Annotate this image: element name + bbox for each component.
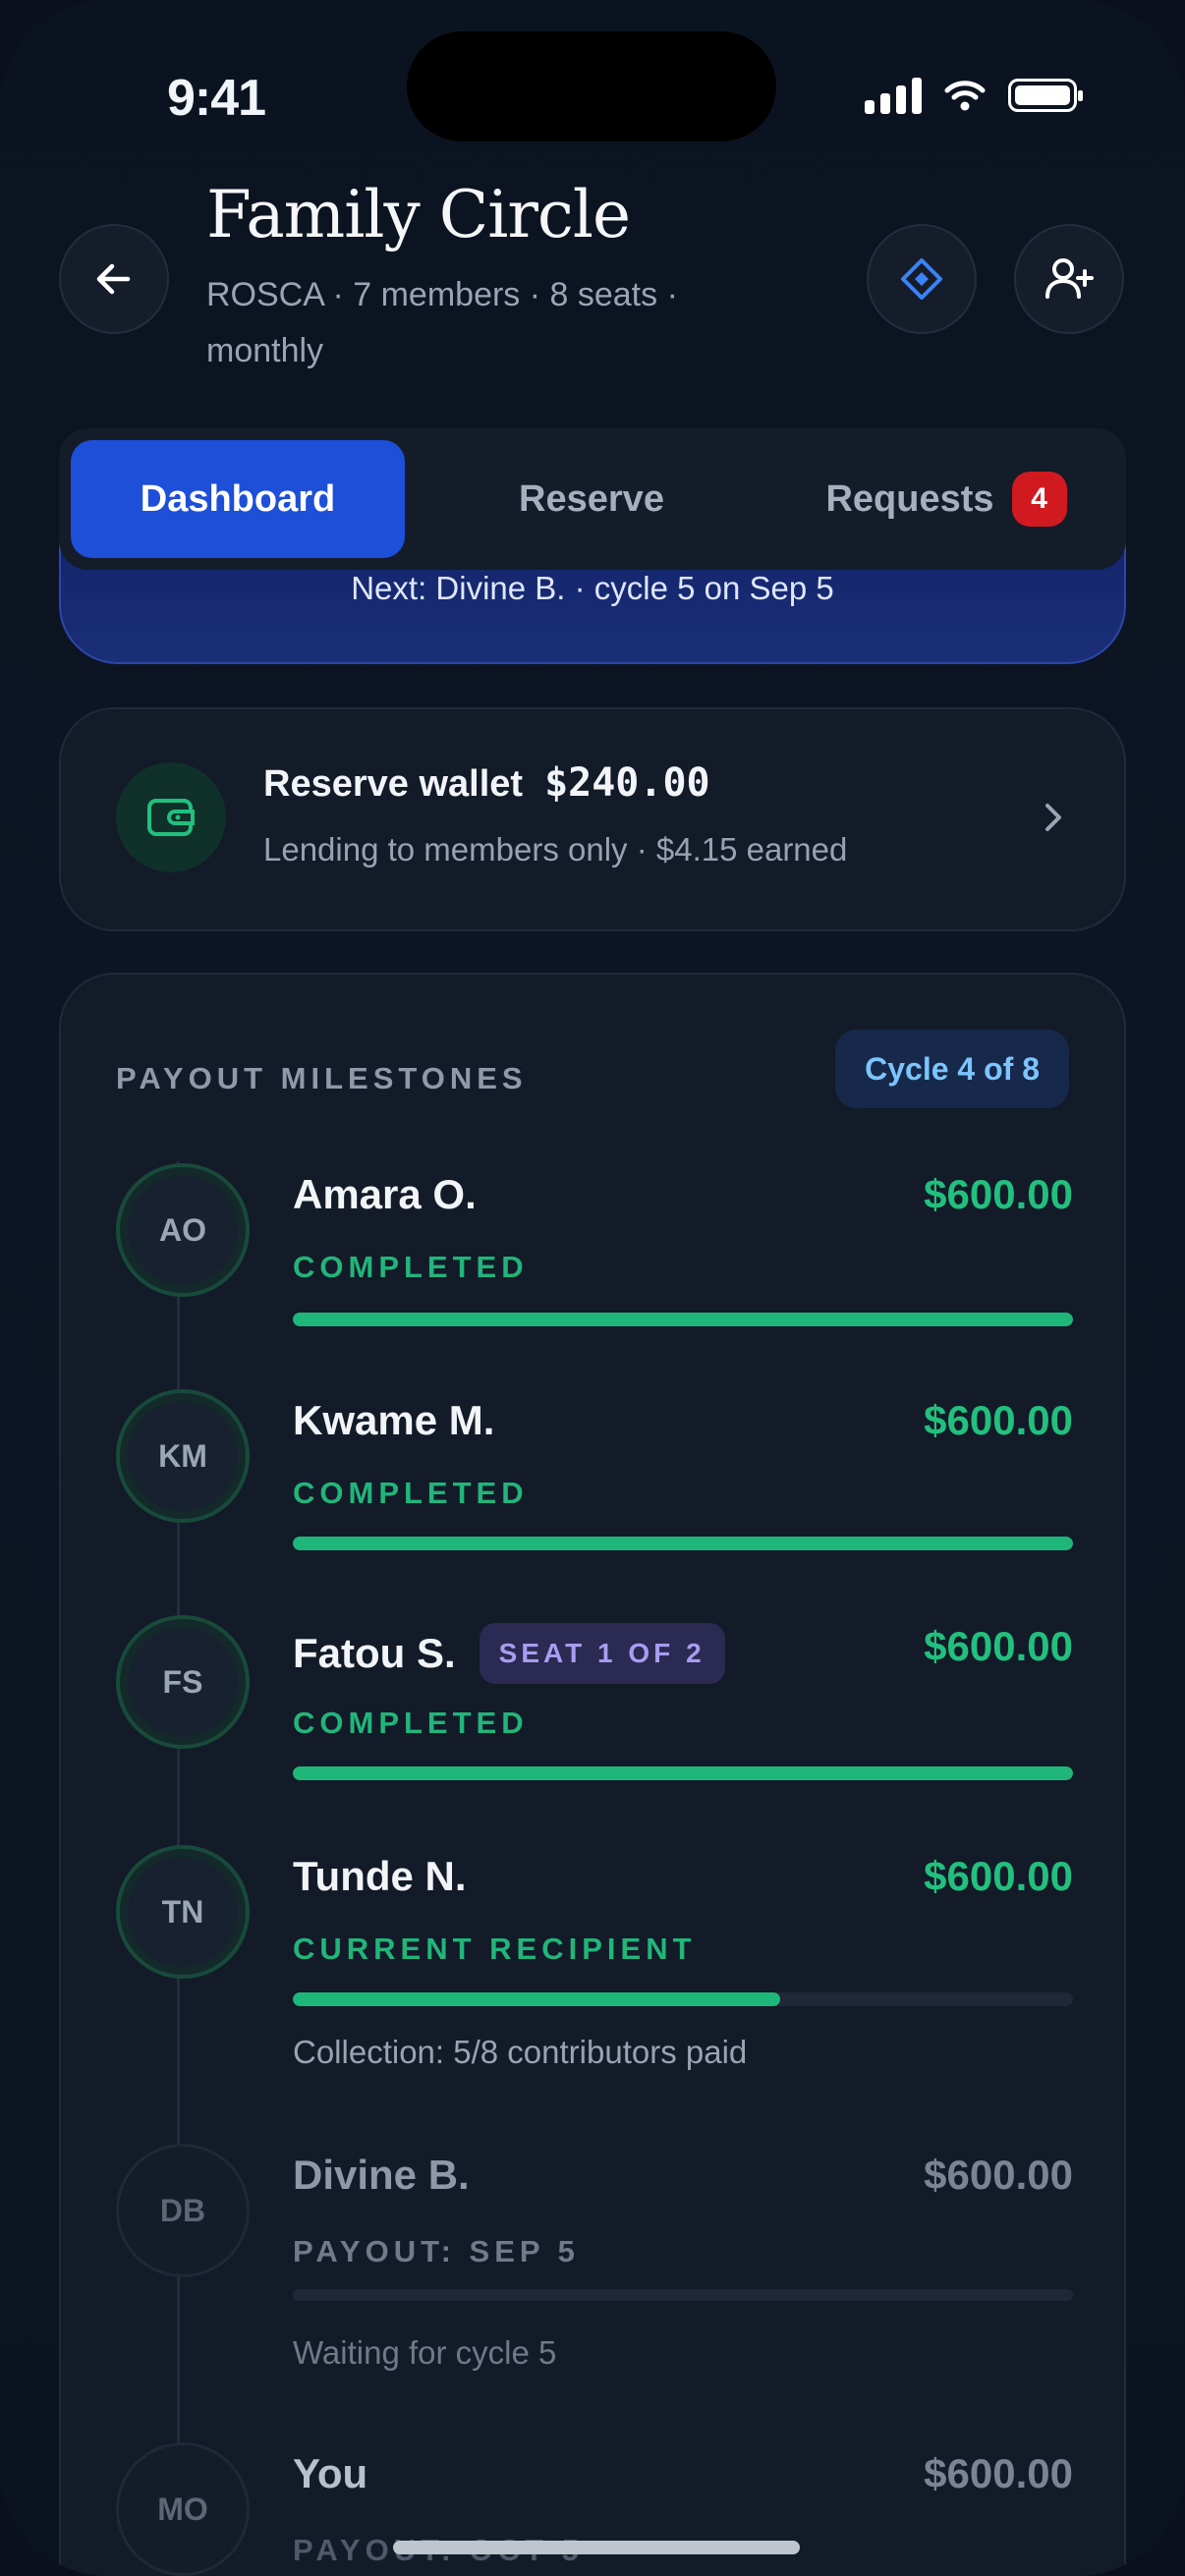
member-name: Kwame M. — [293, 1397, 494, 1444]
milestones-heading: PAYOUT MILESTONES — [116, 1061, 528, 1095]
home-indicator[interactable] — [393, 2541, 800, 2554]
requests-count-badge: 4 — [1011, 472, 1067, 527]
diamond-button[interactable] — [867, 224, 977, 334]
member-name-text: Tunde N. — [293, 1853, 467, 1899]
waiting-note: Waiting for cycle 5 — [293, 2334, 557, 2371]
status-icons — [865, 77, 1083, 114]
tab-requests-label: Requests — [825, 477, 994, 520]
avatar: FS — [116, 1615, 250, 1749]
avatar: KM — [116, 1389, 250, 1523]
avatar: DB — [116, 2144, 250, 2277]
tab-reserve[interactable]: Reserve — [424, 440, 759, 558]
reserve-wallet-title-row: Reserve wallet $240.00 — [263, 760, 710, 806]
member-name: Tunde N. — [293, 1853, 467, 1900]
page-subtitle: ROSCA · 7 members · 8 seats · monthly — [206, 276, 678, 369]
wifi-icon — [944, 81, 986, 111]
battery-icon — [1008, 79, 1083, 112]
signal-icon — [865, 77, 922, 114]
status-time: 9:41 — [167, 70, 266, 127]
payout-status: COMPLETED — [293, 1476, 529, 1510]
chevron-right-icon — [1045, 804, 1061, 831]
progress-bar — [293, 2289, 1073, 2301]
tab-bar: Dashboard Reserve Requests 4 — [59, 428, 1126, 570]
reserve-wallet-title: Reserve wallet — [263, 763, 524, 805]
progress-bar — [293, 1313, 1073, 1326]
member-name-text: Amara O. — [293, 1171, 477, 1217]
dynamic-island — [407, 31, 776, 141]
collection-note: Collection: 5/8 contributors paid — [293, 2034, 748, 2070]
avatar: TN — [116, 1845, 250, 1979]
cycle-badge: Cycle 4 of 8 — [835, 1030, 1069, 1108]
member-name-text: Kwame M. — [293, 1397, 495, 1443]
arrow-left-icon — [96, 263, 131, 295]
member-name-text: You — [293, 2450, 368, 2496]
next-payout-text: Next: Divine B. · cycle 5 on Sep 5 — [351, 570, 834, 606]
seat-badge: SEAT 1 OF 2 — [479, 1623, 725, 1684]
back-button[interactable] — [59, 224, 169, 334]
progress-bar — [293, 1992, 1073, 2006]
progress-fill — [293, 1313, 1073, 1326]
progress-fill — [293, 1992, 781, 2006]
progress-fill — [293, 1537, 1073, 1550]
tab-dashboard[interactable]: Dashboard — [71, 440, 405, 558]
wallet-icon — [116, 762, 226, 872]
avatar: MO — [116, 2442, 250, 2576]
reserve-wallet-amount: $240.00 — [544, 760, 710, 806]
payout-status: COMPLETED — [293, 1250, 529, 1284]
user-plus-icon — [1045, 258, 1094, 299]
reserve-wallet-subtitle: Lending to members only · $4.15 earned — [263, 831, 848, 868]
payout-amount: $600.00 — [924, 2152, 1073, 2198]
member-name: Fatou S. SEAT 1 OF 2 — [293, 1623, 725, 1684]
avatar: AO — [116, 1163, 250, 1297]
add-member-button[interactable] — [1014, 224, 1124, 334]
phone-screen: 9:41 Family Circle ROSCA · 7 members · 8… — [0, 0, 1185, 2576]
member-name: Amara O. — [293, 1171, 477, 1218]
payout-status: PAYOUT: SEP 5 — [293, 2234, 580, 2268]
payout-amount: $600.00 — [924, 1171, 1073, 1217]
payout-amount: $600.00 — [924, 2450, 1073, 2496]
payout-amount: $600.00 — [924, 1623, 1073, 1669]
member-name: Divine B. — [293, 2152, 470, 2199]
payout-amount: $600.00 — [924, 1853, 1073, 1899]
payout-status: COMPLETED — [293, 1706, 529, 1740]
diamond-icon — [901, 258, 942, 300]
payout-amount: $600.00 — [924, 1397, 1073, 1443]
payout-status: CURRENT RECIPIENT — [293, 1932, 697, 1966]
payout-milestones-card: PAYOUT MILESTONES Cycle 4 of 8 AO Amara … — [59, 973, 1126, 2576]
tab-dashboard-label: Dashboard — [140, 477, 336, 520]
progress-fill — [293, 1766, 1073, 1780]
reserve-wallet-card[interactable]: Reserve wallet $240.00 Lending to members… — [59, 707, 1126, 931]
member-name-text: Divine B. — [293, 2152, 470, 2198]
tab-requests[interactable]: Requests 4 — [778, 440, 1114, 558]
progress-bar — [293, 1537, 1073, 1550]
tab-reserve-label: Reserve — [519, 477, 664, 520]
progress-bar — [293, 1766, 1073, 1780]
member-name-text: Fatou S. — [293, 1630, 456, 1676]
member-name: You — [293, 2450, 367, 2497]
page-title: Family Circle — [206, 177, 631, 252]
